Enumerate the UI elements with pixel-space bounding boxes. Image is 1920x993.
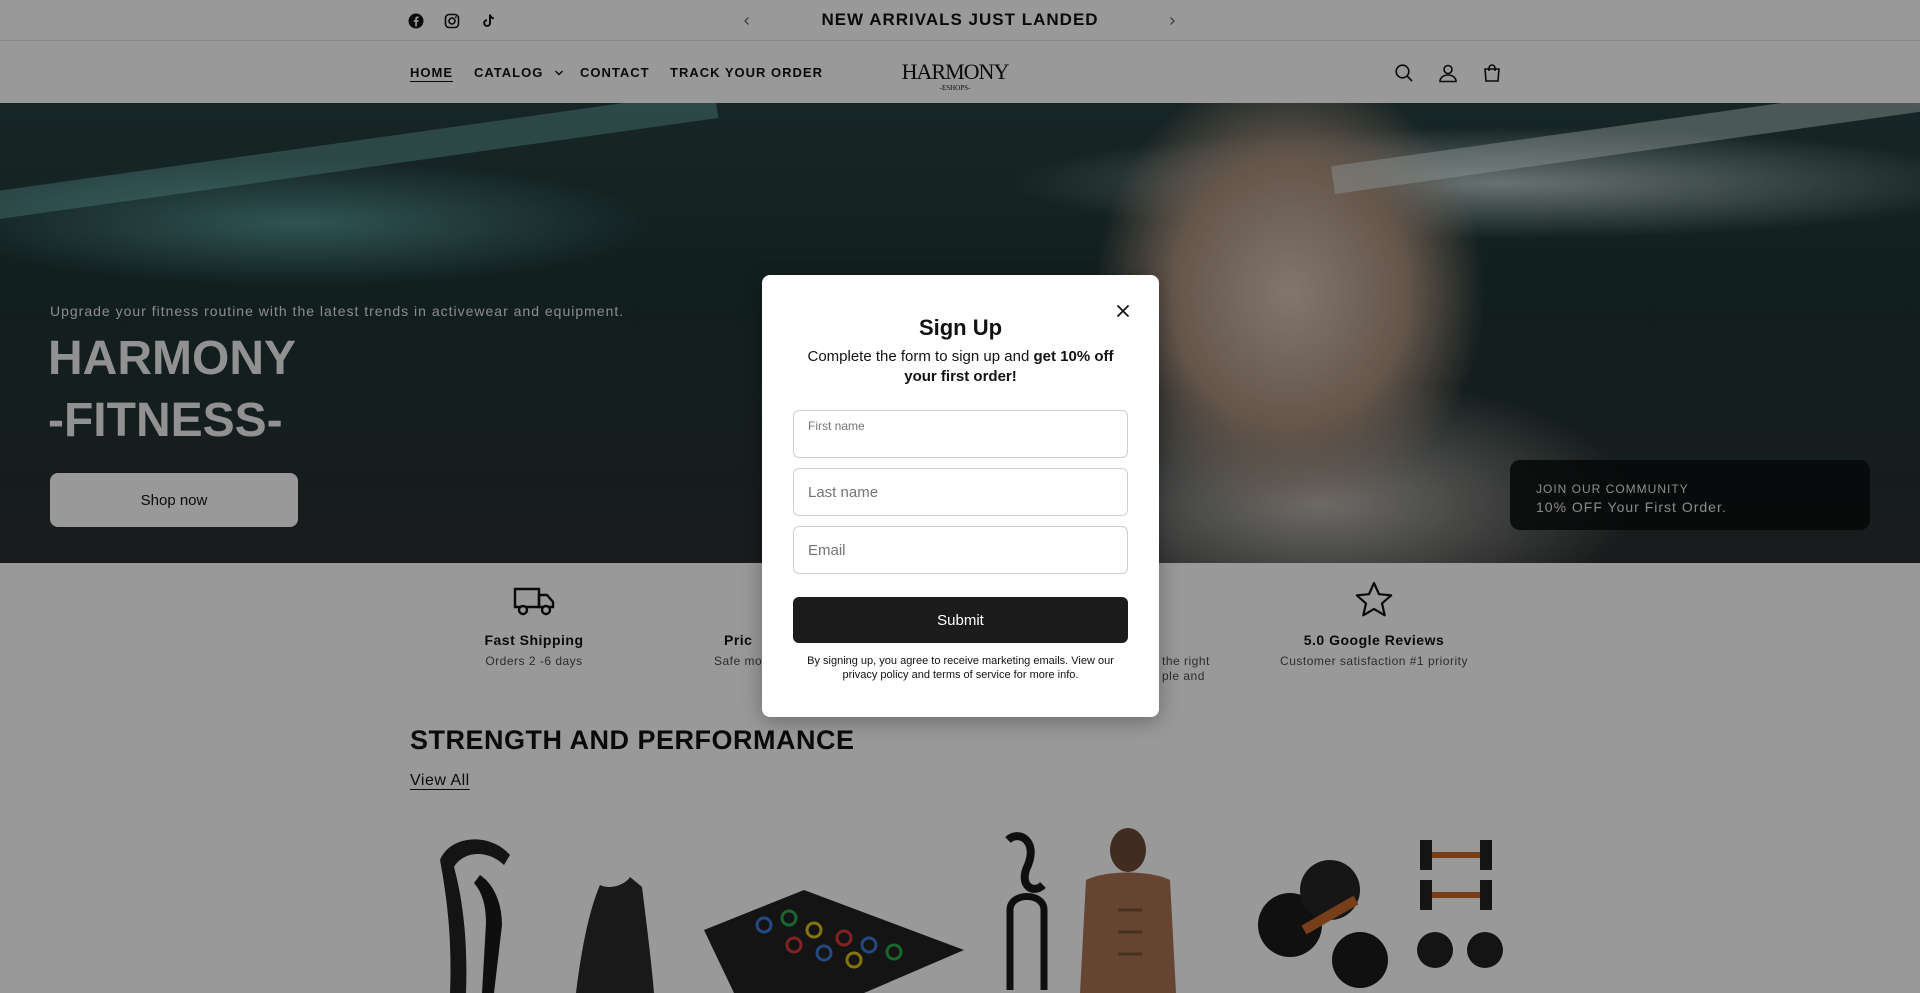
signup-modal: Sign Up Complete the form to sign up and…: [762, 275, 1159, 717]
last-name-field[interactable]: Last name: [793, 468, 1128, 516]
modal-disclaimer: By signing up, you agree to receive mark…: [807, 655, 1114, 681]
modal-description: Complete the form to sign up and get 10%…: [798, 347, 1123, 387]
email-field[interactable]: Email: [793, 526, 1128, 574]
modal-title: Sign Up: [918, 315, 1003, 340]
last-name-placeholder: Last name: [808, 484, 879, 501]
submit-button[interactable]: Submit: [793, 597, 1128, 643]
first-name-placeholder: First name: [808, 419, 865, 433]
email-placeholder: Email: [808, 542, 846, 559]
modal-description-text: Complete the form to sign up and: [807, 348, 1034, 365]
first-name-field[interactable]: First name: [793, 410, 1128, 458]
